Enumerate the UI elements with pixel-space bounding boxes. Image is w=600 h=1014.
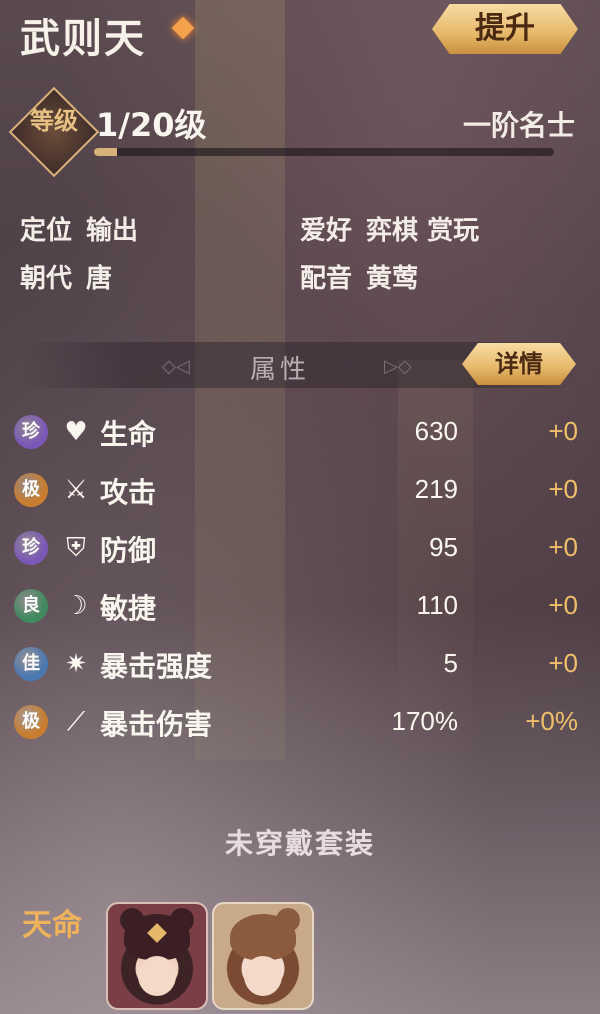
stat-row: 极 ⚔ 攻击 219 +0 — [0, 466, 600, 516]
hobby-label: 爱好 — [300, 216, 353, 246]
stat-value: 95 — [429, 532, 458, 562]
hair-bun-shape — [170, 908, 194, 932]
position-value: 输出 — [86, 216, 139, 246]
stat-bonus: +0 — [548, 590, 578, 620]
grade-badge: 佳 — [14, 647, 48, 681]
stat-row: 佳 ✷ 暴击强度 5 +0 — [0, 640, 600, 690]
stat-bonus: +0 — [548, 648, 578, 678]
set-status: 未穿戴套装 — [224, 827, 375, 860]
stat-name: 防御 — [100, 534, 157, 567]
hobby-value: 弈棋 赏玩 — [366, 216, 480, 246]
dynasty-label: 朝代 — [20, 264, 73, 294]
upgrade-button[interactable]: 提升 — [432, 4, 578, 54]
heart-icon: ♥ — [64, 417, 88, 447]
position-info: 定位 输出 — [20, 210, 138, 247]
fate-hero-portrait[interactable] — [212, 902, 314, 1010]
voice-label: 配音 — [300, 264, 353, 294]
stat-value: 5 — [443, 648, 458, 678]
hero-name: 武则天 — [20, 15, 146, 62]
stat-value: 630 — [414, 416, 458, 446]
face-shape — [138, 956, 176, 996]
slash-icon: ⟋ — [66, 707, 86, 737]
stat-bonus: +0 — [548, 416, 578, 446]
right-ornament-icon: ▷◇ — [384, 356, 412, 377]
hair-bun-shape — [276, 908, 300, 932]
level-text: 1/20级 — [96, 106, 207, 144]
star-burst-icon: ✷ — [65, 649, 87, 679]
grade-badge: 极 — [14, 473, 48, 507]
stat-name: 暴击伤害 — [100, 708, 213, 741]
stat-row: 极 ⟋ 暴击伤害 170% +0% — [0, 698, 600, 748]
level-badge-label: 等级 — [30, 106, 78, 135]
stat-value: 170% — [391, 706, 459, 736]
shield-icon: ⛨ — [66, 533, 86, 563]
dynasty-value: 唐 — [86, 264, 113, 294]
stat-value: 219 — [414, 474, 458, 504]
details-button[interactable]: 详情 — [462, 343, 576, 385]
dynasty-info: 朝代唐 — [20, 258, 112, 295]
crescent-icon: ☽ — [64, 591, 88, 621]
rank-text: 一阶名士 — [462, 109, 575, 142]
stat-value: 110 — [416, 590, 458, 620]
stat-name: 攻击 — [100, 476, 157, 509]
stat-bonus: +0 — [548, 532, 578, 562]
diamond-icon — [171, 16, 195, 40]
stat-row: 良 ☽ 敏捷 110 +0 — [0, 582, 600, 632]
stat-name: 生命 — [100, 418, 157, 451]
stat-bonus: +0% — [525, 706, 578, 736]
voice-value: 黄莺 — [366, 264, 419, 294]
grade-badge: 珍 — [14, 531, 48, 565]
stat-row: 珍 ⛨ 防御 95 +0 — [0, 524, 600, 574]
sword-icon: ⚔ — [64, 475, 88, 505]
fate-hero-portrait[interactable] — [106, 902, 208, 1010]
grade-badge: 良 — [14, 589, 48, 623]
position-label: 定位 — [20, 216, 73, 246]
stat-bonus: +0 — [548, 474, 578, 504]
stat-name: 暴击强度 — [100, 650, 213, 683]
left-ornament-icon: ◇◁ — [162, 356, 190, 377]
stat-row: 珍 ♥ 生命 630 +0 — [0, 408, 600, 458]
hair-bun-shape — [120, 908, 144, 932]
stat-name: 敏捷 — [100, 592, 157, 625]
grade-badge: 极 — [14, 705, 48, 739]
voice-info: 配音 黄莺 — [300, 258, 418, 295]
level-progress-fill — [94, 148, 117, 156]
face-shape — [244, 956, 282, 996]
level-progress-bar — [94, 148, 554, 156]
attributes-title: 属性 — [250, 355, 311, 385]
grade-badge: 珍 — [14, 415, 48, 449]
hobby-info: 爱好 弈棋 赏玩 — [300, 210, 479, 247]
fate-label: 天命 — [22, 908, 82, 943]
